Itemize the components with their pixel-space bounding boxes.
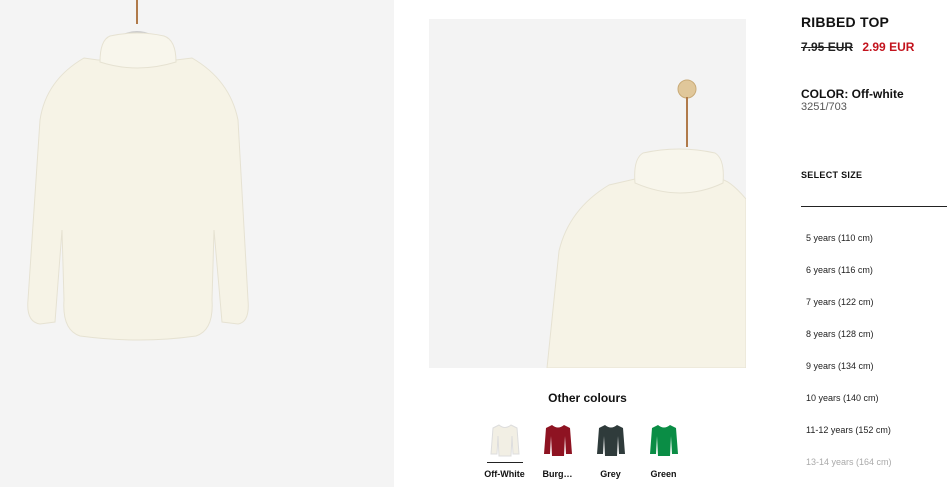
selected-indicator: [645, 462, 682, 463]
size-option[interactable]: 5 years (110 cm): [806, 233, 892, 265]
select-size-heading: SELECT SIZE: [801, 170, 863, 180]
shirt-icon: [485, 420, 525, 460]
size-option-unavailable: 13-14 years (164 cm): [806, 457, 892, 467]
other-colours-title: Other colours: [548, 391, 627, 405]
swatch-off-white[interactable]: Off-White: [478, 420, 531, 480]
swatch-label: Grey: [600, 469, 621, 479]
old-price: 7.95 EUR: [801, 40, 854, 54]
sale-price: 2.99 EUR: [862, 40, 915, 54]
selected-color-label: COLOR: Off-white: [801, 87, 904, 101]
swatch-burgundy[interactable]: Burg…: [531, 420, 584, 480]
product-main-image[interactable]: [0, 0, 394, 487]
turtleneck-detail-on-hanger-icon: [546, 79, 746, 368]
size-option[interactable]: 7 years (122 cm): [806, 297, 892, 329]
product-detail-image[interactable]: [429, 19, 746, 368]
size-option[interactable]: 10 years (140 cm): [806, 393, 892, 425]
size-divider: [801, 206, 947, 207]
selected-indicator: [539, 462, 576, 463]
shirt-icon: [591, 420, 631, 460]
size-option[interactable]: 6 years (116 cm): [806, 265, 892, 297]
offwhite-turtleneck-on-hanger-icon: [27, 0, 249, 341]
product-title: RIBBED TOP: [801, 14, 890, 30]
product-reference: 3251/703: [801, 101, 847, 113]
size-option[interactable]: 11-12 years (152 cm): [806, 425, 892, 457]
shirt-icon: [644, 420, 684, 460]
price-block: 7.95 EUR 2.99 EUR: [801, 40, 914, 54]
swatch-label: Off-White: [484, 469, 525, 479]
swatch-green[interactable]: Green: [637, 420, 690, 480]
size-option[interactable]: 9 years (134 cm): [806, 361, 892, 393]
shirt-icon: [538, 420, 578, 460]
selected-indicator: [486, 462, 523, 463]
swatch-grey[interactable]: Grey: [584, 420, 637, 480]
swatch-label: Burg…: [542, 469, 573, 479]
swatch-label: Green: [650, 469, 677, 479]
selected-indicator: [592, 462, 629, 463]
colour-swatches: Off-White Burg… Grey Green: [478, 420, 690, 480]
size-list: 5 years (110 cm) 6 years (116 cm) 7 year…: [806, 233, 892, 489]
size-option[interactable]: 8 years (128 cm): [806, 329, 892, 361]
